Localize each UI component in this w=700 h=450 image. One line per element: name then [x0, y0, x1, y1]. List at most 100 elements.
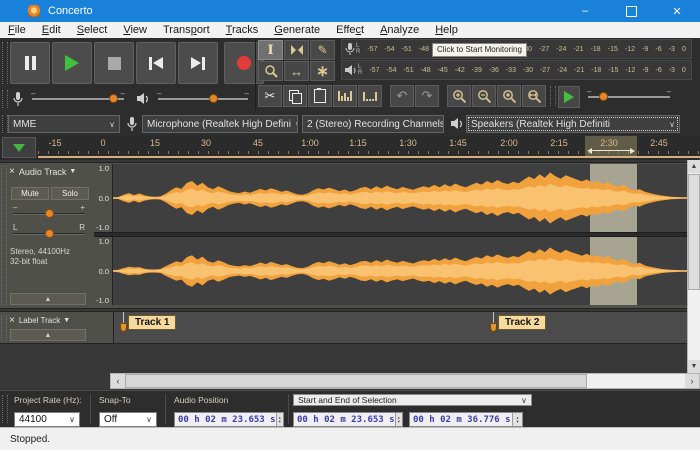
menu-analyze[interactable]: Analyze — [372, 23, 427, 37]
menu-help[interactable]: Help — [427, 23, 466, 37]
waveform-channel-1[interactable] — [113, 164, 687, 232]
mixer-toolbar-grip[interactable] — [2, 90, 8, 108]
minimize-button[interactable]: – — [562, 0, 608, 22]
fit-project-button[interactable] — [522, 85, 546, 107]
close-button[interactable]: ✕ — [654, 0, 700, 22]
label-marker-icon[interactable] — [490, 323, 497, 332]
undo-icon: ↶ — [396, 88, 408, 103]
track-menu-caret-icon[interactable]: ▼ — [63, 317, 70, 324]
vertical-scroll-thumb[interactable] — [688, 174, 700, 290]
undo-button[interactable]: ↶ — [390, 85, 414, 107]
horizontal-scroll-thumb[interactable] — [125, 374, 587, 388]
solo-button[interactable]: Solo — [51, 187, 89, 200]
zoom-tool-button[interactable] — [258, 61, 283, 81]
menu-transport[interactable]: Transport — [155, 23, 218, 37]
selection-range-mode-select[interactable]: Start and End of Selection ∨ — [293, 394, 532, 406]
label-track-lane[interactable]: Track 1 Track 2 — [113, 312, 688, 343]
monitoring-tooltip[interactable]: Click to Start Monitoring — [432, 43, 527, 57]
gain-thumb[interactable] — [45, 209, 54, 218]
audio-position-field[interactable]: 00 h 02 m 23.653 s ▴ ▾ — [174, 412, 284, 427]
trim-audio-button[interactable] — [333, 85, 357, 107]
vertical-ruler-ch1[interactable]: 1.0 0.0 -1.0 — [94, 164, 113, 232]
play-button[interactable] — [52, 42, 92, 84]
menu-generate[interactable]: Generate — [266, 23, 328, 37]
playback-meter[interactable]: LR -57 -54 -51 -48 -45 -42 -39 -36 -33 -30 -27 -24-… — [341, 60, 692, 80]
scroll-left-icon[interactable]: ‹ — [111, 374, 125, 388]
fit-selection-button[interactable] — [497, 85, 521, 107]
play-at-speed-grip[interactable] — [550, 86, 556, 106]
play-at-speed-button[interactable] — [558, 86, 580, 108]
recording-volume-thumb[interactable] — [108, 94, 118, 103]
pan-thumb[interactable] — [45, 229, 54, 238]
snap-to-select[interactable]: Off ∨ — [99, 412, 157, 427]
draw-tool-button[interactable]: ✎ — [310, 40, 335, 60]
project-rate-select[interactable]: 44100 ∨ — [14, 412, 80, 427]
timeline-scale[interactable]: -15 0 15 30 45 1:00 1:15 1:30 1:45 2:00 2:15 2:30 2:… — [38, 136, 700, 159]
recording-volume-slider[interactable]: – – — [31, 90, 125, 103]
multi-tool-button[interactable]: ∗ — [310, 61, 335, 81]
pan-slider[interactable]: L R — [13, 224, 85, 239]
label-text[interactable]: Track 1 — [128, 315, 177, 330]
horizontal-scrollbar[interactable]: ‹ › — [110, 373, 700, 389]
close-track-button[interactable]: × — [9, 166, 16, 177]
envelope-tool-button[interactable] — [284, 40, 309, 60]
scroll-down-icon[interactable]: ▼ — [688, 360, 700, 373]
track-menu-caret-icon[interactable]: ▼ — [69, 168, 76, 175]
recording-device-select[interactable]: Microphone (Realtek High Defini∨ — [142, 115, 298, 133]
selection-tool-button[interactable]: I — [258, 40, 283, 60]
selection-toolbar-grip[interactable] — [2, 395, 8, 423]
spinner-icon[interactable]: ▴ ▾ — [394, 413, 402, 426]
recording-channels-select[interactable]: 2 (Stereo) Recording Channels∨ — [302, 115, 444, 133]
timeline-options-button[interactable] — [2, 137, 36, 158]
track-panel-grip[interactable] — [1, 166, 7, 305]
audio-track-panel[interactable]: × Audio Track ▼ Mute Solo – + L R Stereo… — [0, 163, 94, 308]
pause-button[interactable] — [10, 42, 50, 84]
play-speed-thumb[interactable] — [598, 92, 608, 101]
scroll-up-icon[interactable]: ▲ — [688, 160, 700, 173]
audio-host-select[interactable]: MME ∨ — [8, 115, 120, 133]
spinner-icon[interactable]: ▴ ▾ — [512, 413, 522, 426]
vertical-ruler-ch2[interactable]: 1.0 0.0 -1.0 — [94, 237, 113, 305]
skip-to-end-button[interactable] — [178, 42, 218, 84]
spinner-icon[interactable]: ▴ ▾ — [275, 413, 283, 426]
transport-toolbar-grip[interactable] — [2, 42, 8, 84]
output-device-icon — [451, 118, 462, 129]
zoom-out-button[interactable] — [472, 85, 496, 107]
paste-button[interactable] — [308, 85, 332, 107]
playback-volume-thumb[interactable] — [208, 94, 218, 103]
vertical-scrollbar[interactable]: ▲ ▼ — [687, 160, 700, 373]
zoom-in-button[interactable] — [447, 85, 471, 107]
track-panel-grip[interactable] — [1, 315, 7, 340]
close-track-button[interactable]: × — [9, 315, 16, 326]
copy-button[interactable] — [283, 85, 307, 107]
menu-edit[interactable]: Edit — [34, 23, 69, 37]
gain-slider[interactable]: – + — [13, 204, 85, 219]
play-speed-slider[interactable]: – – — [587, 88, 671, 101]
menu-file[interactable]: File — [0, 23, 34, 37]
collapse-track-button[interactable]: ▲ — [10, 329, 86, 341]
label-text[interactable]: Track 2 — [498, 315, 547, 330]
label-track-panel[interactable]: × Label Track ▼ ▲ — [0, 312, 94, 343]
skip-to-start-button[interactable] — [136, 42, 176, 84]
mute-button[interactable]: Mute — [11, 187, 49, 200]
waveform-channel-2[interactable] — [113, 237, 687, 305]
track-title[interactable]: Audio Track — [19, 167, 67, 177]
menu-effect[interactable]: Effect — [328, 23, 372, 37]
track-title[interactable]: Label Track — [19, 316, 60, 325]
silence-audio-button[interactable] — [358, 85, 382, 107]
maximize-button[interactable] — [608, 0, 654, 22]
redo-button[interactable]: ↷ — [415, 85, 439, 107]
selection-start-field[interactable]: 00 h 02 m 23.653 s ▴ ▾ — [293, 412, 403, 427]
collapse-track-button[interactable]: ▲ — [10, 293, 86, 305]
stop-button[interactable] — [94, 42, 134, 84]
timeshift-tool-button[interactable]: ↔ — [284, 61, 309, 81]
selection-end-field[interactable]: 00 h 02 m 36.776 s ▴ ▾ — [409, 412, 523, 427]
scroll-right-icon[interactable]: › — [685, 374, 699, 388]
menu-select[interactable]: Select — [69, 23, 116, 37]
playback-device-select[interactable]: Speakers (Realtek High Definiti ∨ — [466, 115, 680, 133]
menu-tracks[interactable]: Tracks — [218, 23, 267, 37]
menu-view[interactable]: View — [115, 23, 155, 37]
label-marker-icon[interactable] — [120, 323, 127, 332]
playback-volume-slider[interactable]: – – — [157, 90, 249, 103]
cut-button[interactable]: ✂ — [258, 85, 282, 107]
